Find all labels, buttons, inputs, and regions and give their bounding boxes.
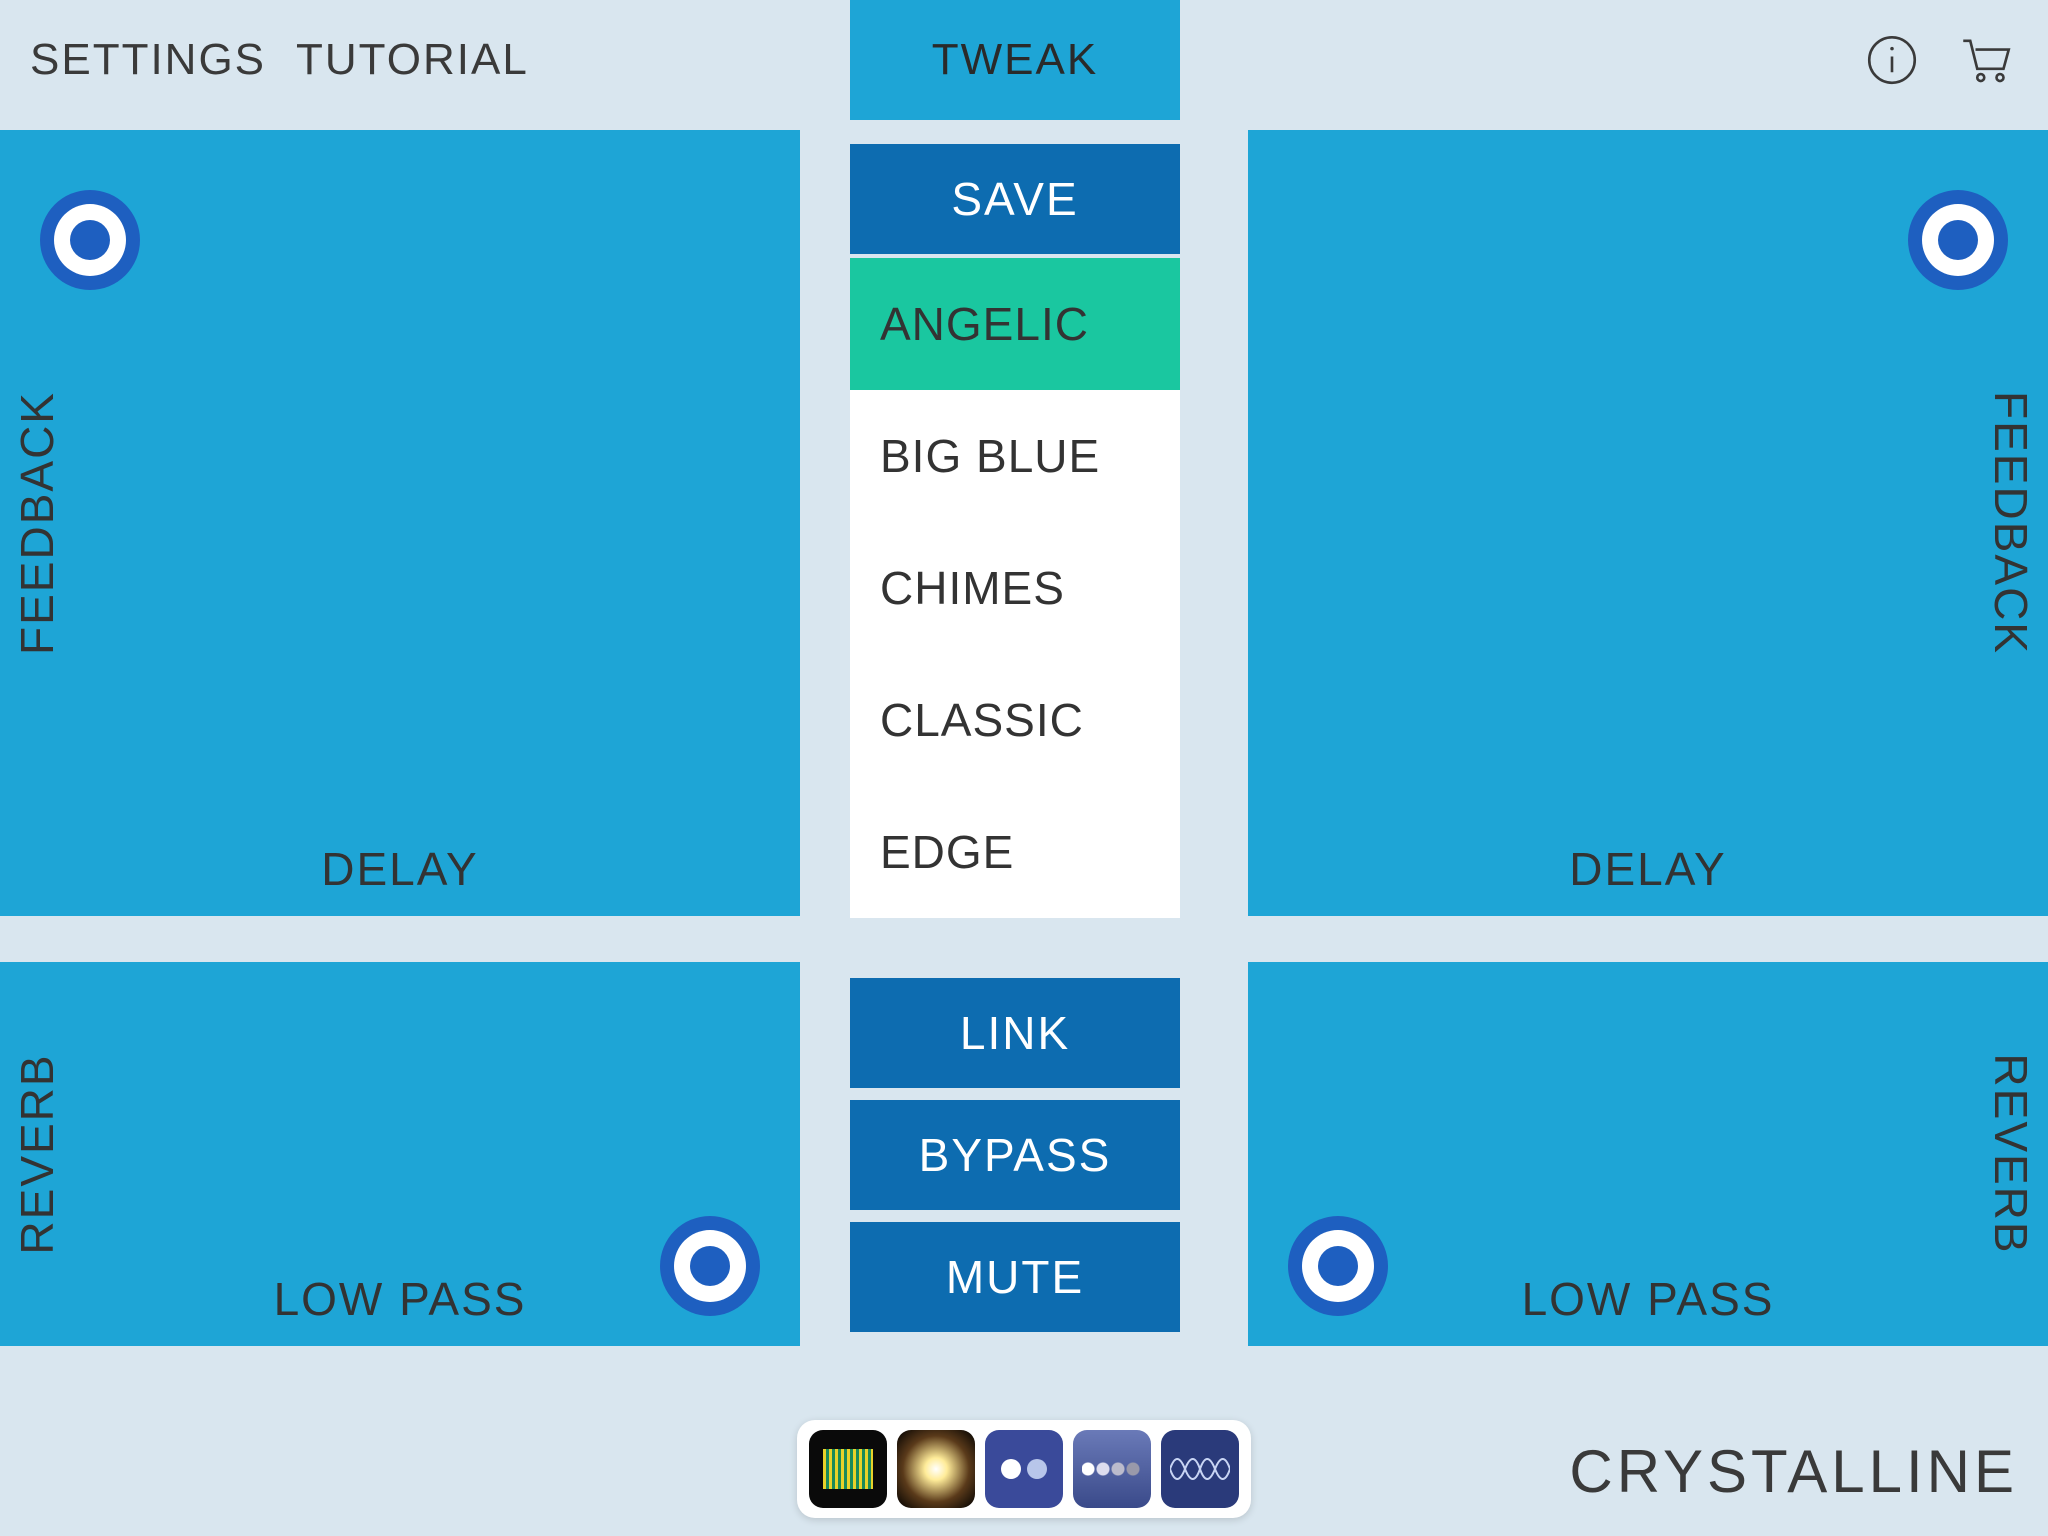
app-dots-duo-icon[interactable]: [985, 1430, 1063, 1508]
xy-pad-xlabel: DELAY: [321, 842, 478, 896]
preset-item-chimes[interactable]: CHIMES: [850, 522, 1180, 654]
app-waves-icon[interactable]: [1161, 1430, 1239, 1508]
tweak-button[interactable]: TWEAK: [850, 0, 1180, 120]
xy-pad-ylabel: FEEDBACK: [1984, 391, 2038, 655]
xy-handle-icon[interactable]: [1288, 1216, 1388, 1316]
settings-button[interactable]: SETTINGS: [30, 35, 266, 85]
app-tray: [797, 1420, 1251, 1518]
preset-item-angelic[interactable]: ANGELIC: [850, 258, 1180, 390]
xy-pad-bottom-right[interactable]: REVERB LOW PASS: [1248, 962, 2048, 1346]
link-button[interactable]: LINK: [850, 978, 1180, 1088]
xy-pad-ylabel: REVERB: [1984, 1053, 2038, 1254]
xy-pad-top-left[interactable]: FEEDBACK DELAY: [0, 130, 800, 916]
mute-button[interactable]: MUTE: [850, 1222, 1180, 1332]
xy-pad-bottom-left[interactable]: REVERB LOW PASS: [0, 962, 800, 1346]
xy-handle-icon[interactable]: [1908, 190, 2008, 290]
bypass-button[interactable]: BYPASS: [850, 1100, 1180, 1210]
app-audiobus-icon[interactable]: [809, 1430, 887, 1508]
xy-handle-icon[interactable]: [40, 190, 140, 290]
info-icon[interactable]: [1860, 28, 1924, 92]
xy-pad-xlabel: LOW PASS: [1522, 1272, 1775, 1326]
tutorial-button[interactable]: TUTORIAL: [296, 35, 529, 85]
preset-item-edge[interactable]: EDGE: [850, 786, 1180, 918]
xy-pad-xlabel: LOW PASS: [274, 1272, 527, 1326]
xy-pad-top-right[interactable]: FEEDBACK DELAY: [1248, 130, 2048, 916]
xy-handle-icon[interactable]: [660, 1216, 760, 1316]
app-sunburst-icon[interactable]: [897, 1430, 975, 1508]
app-dots-row-icon[interactable]: [1073, 1430, 1151, 1508]
preset-item-big-blue[interactable]: BIG BLUE: [850, 390, 1180, 522]
brand-label: CRYSTALLINE: [1569, 1437, 2018, 1506]
preset-list[interactable]: ANGELIC BIG BLUE CHIMES CLASSIC EDGE: [850, 258, 1180, 918]
xy-pad-xlabel: DELAY: [1569, 842, 1726, 896]
xy-pad-ylabel: FEEDBACK: [10, 391, 64, 655]
preset-item-classic[interactable]: CLASSIC: [850, 654, 1180, 786]
save-button[interactable]: SAVE: [850, 144, 1180, 254]
xy-pad-ylabel: REVERB: [10, 1053, 64, 1254]
cart-icon[interactable]: [1954, 28, 2018, 92]
